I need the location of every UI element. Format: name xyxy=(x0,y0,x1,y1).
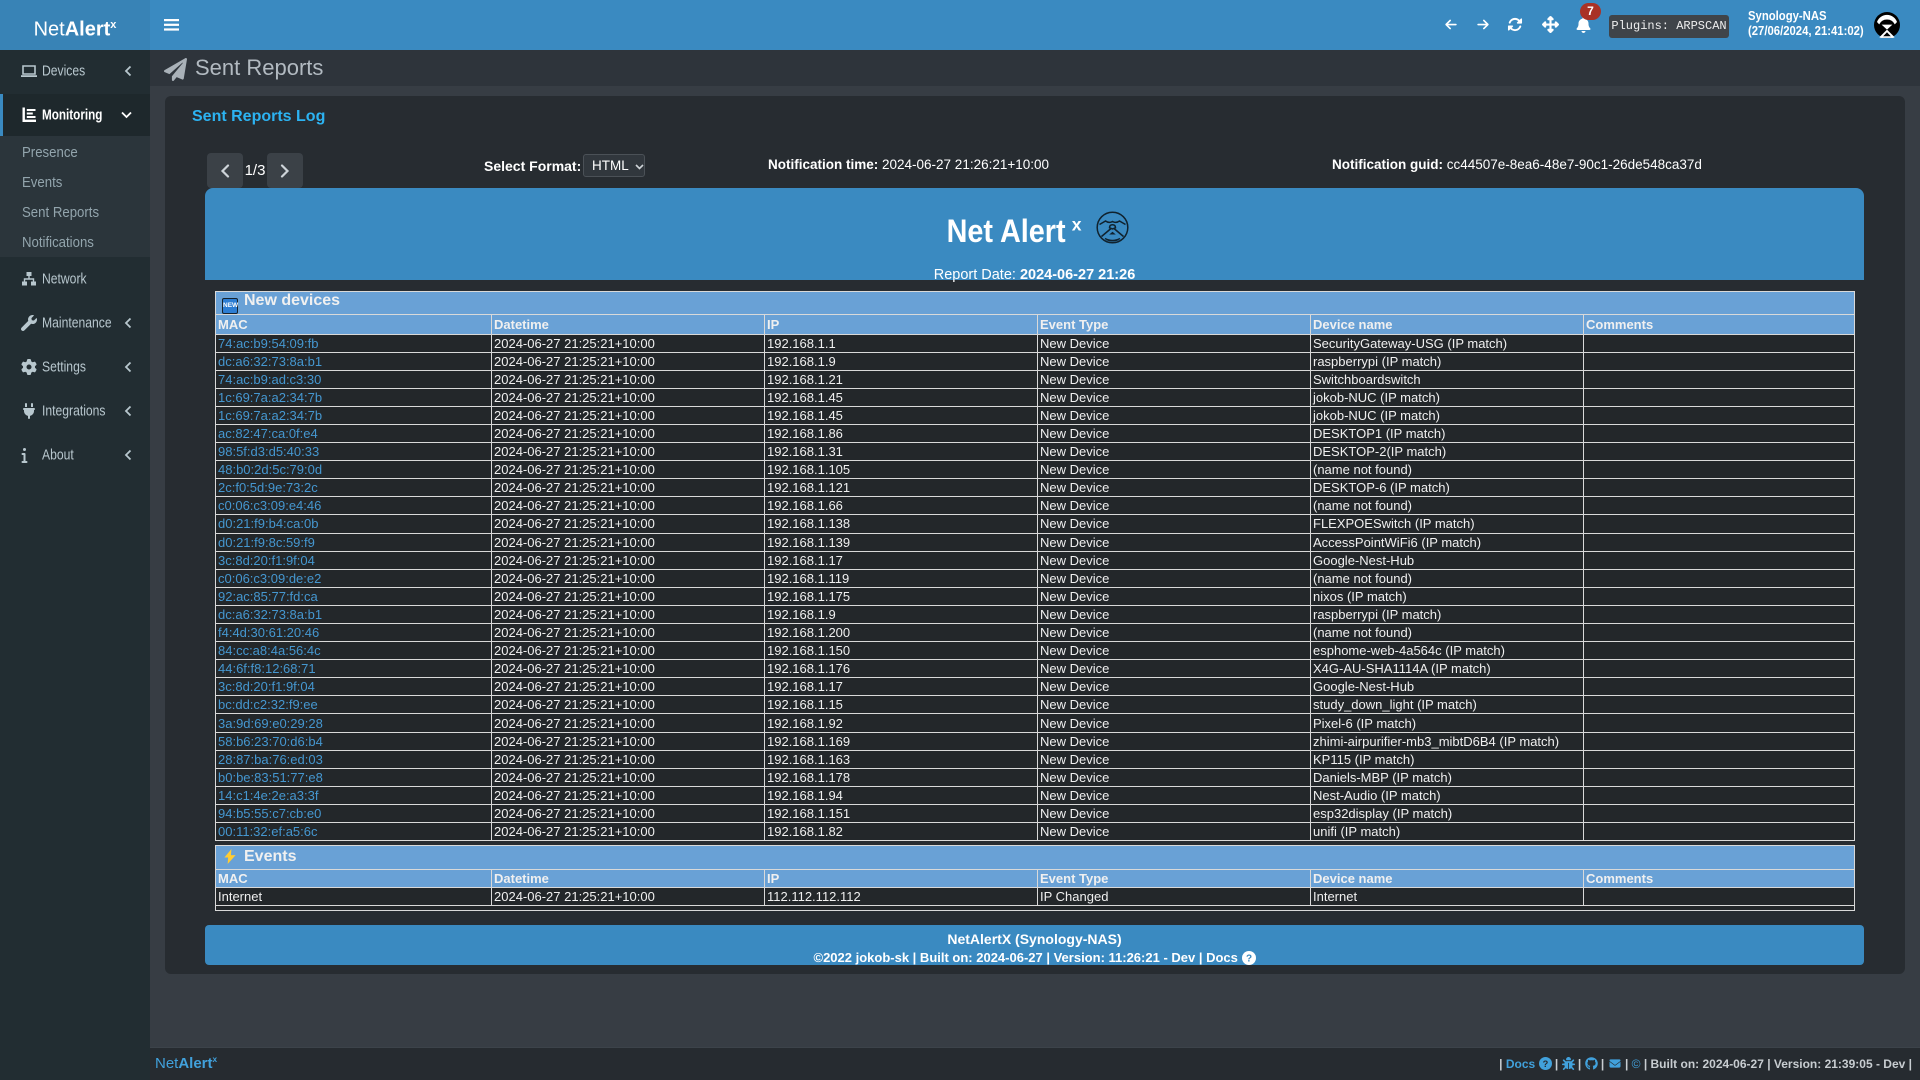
svg-text:?: ? xyxy=(1245,954,1251,965)
svg-text:?: ? xyxy=(1542,1059,1548,1069)
